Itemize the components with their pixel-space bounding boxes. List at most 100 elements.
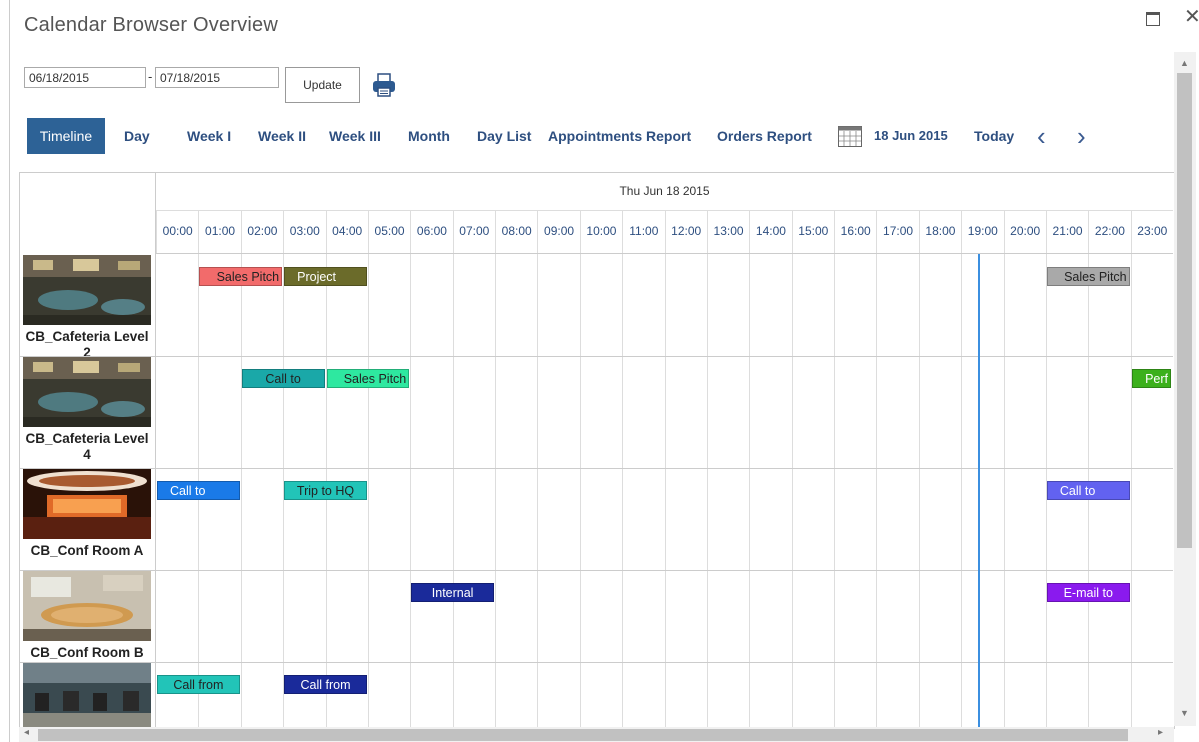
appointment-block[interactable]: Perf bbox=[1131, 369, 1171, 388]
row-separator bbox=[19, 468, 1173, 469]
appointment-block[interactable]: Call to bbox=[1046, 481, 1130, 500]
resource-name-line: CB_Conf Room B bbox=[30, 645, 144, 660]
hour-grid-line bbox=[367, 254, 369, 728]
next-arrow-icon[interactable]: › bbox=[1077, 118, 1086, 154]
hour-label: 08:00 bbox=[495, 210, 537, 253]
hour-grid-line bbox=[918, 254, 920, 728]
tab-timeline[interactable]: Timeline bbox=[27, 118, 105, 154]
resource-name[interactable]: CB_Conf Room B bbox=[19, 645, 155, 661]
maximize-icon[interactable] bbox=[1146, 12, 1160, 26]
hour-label: 18:00 bbox=[918, 210, 961, 253]
update-button[interactable]: Update bbox=[285, 67, 360, 103]
resource-photo bbox=[23, 571, 151, 641]
row-separator bbox=[19, 356, 1173, 357]
appointment-block[interactable]: Project bbox=[284, 267, 367, 286]
hour-label: 23:00 bbox=[1130, 210, 1173, 253]
hour-grid-line bbox=[537, 254, 539, 728]
hour-grid-line bbox=[749, 254, 751, 728]
appointment-block[interactable]: Call to bbox=[241, 369, 325, 388]
resource-photo bbox=[23, 255, 151, 325]
hour-grid-line bbox=[706, 254, 708, 728]
appointment-block[interactable]: Trip to HQ bbox=[284, 481, 367, 500]
hour-label: 02:00 bbox=[240, 210, 283, 253]
resource-name-line: CB_Cafeteria Level bbox=[25, 329, 149, 344]
appointment-block[interactable]: Sales Pitch bbox=[326, 369, 410, 388]
row-separator bbox=[19, 570, 1173, 571]
hour-label: 09:00 bbox=[537, 210, 579, 253]
hour-grid-line bbox=[579, 254, 581, 728]
hour-label: 19:00 bbox=[961, 210, 1003, 253]
tab-orders-report[interactable]: Orders Report bbox=[717, 118, 812, 154]
tab-week-1[interactable]: Week I bbox=[187, 118, 231, 154]
appointment-block[interactable]: E-mail to bbox=[1046, 583, 1130, 602]
tab-day[interactable]: Day bbox=[124, 118, 150, 154]
start-date-input[interactable] bbox=[24, 67, 146, 88]
hour-grid-line bbox=[1130, 254, 1132, 728]
resource-photo bbox=[23, 663, 151, 733]
hour-grid-line bbox=[664, 254, 666, 728]
hour-label: 14:00 bbox=[749, 210, 791, 253]
appointment-block[interactable]: Call from bbox=[157, 675, 240, 694]
scroll-right-icon[interactable]: ▸ bbox=[1158, 727, 1163, 738]
hour-label: 01:00 bbox=[198, 210, 240, 253]
hour-grid-line bbox=[495, 254, 496, 728]
hour-label: 06:00 bbox=[410, 210, 452, 253]
hour-label: 13:00 bbox=[706, 210, 749, 253]
hour-label: 11:00 bbox=[622, 210, 664, 253]
appointment-block[interactable]: Sales Pitch bbox=[199, 267, 283, 286]
resource-name[interactable]: CB_Conf Room A bbox=[19, 543, 155, 559]
tab-week-2[interactable]: Week II bbox=[258, 118, 306, 154]
hour-label: 04:00 bbox=[325, 210, 368, 253]
hour-label: 03:00 bbox=[283, 210, 325, 253]
today-button[interactable]: Today bbox=[974, 118, 1014, 154]
hour-grid-line bbox=[834, 254, 835, 728]
hour-label: 21:00 bbox=[1045, 210, 1088, 253]
row-separator bbox=[19, 662, 1173, 663]
appointment-block[interactable]: Internal bbox=[411, 583, 494, 602]
hour-grid-line bbox=[961, 254, 963, 728]
hour-label: 15:00 bbox=[791, 210, 834, 253]
hour-label: 00:00 bbox=[156, 210, 198, 253]
tab-week-3[interactable]: Week III bbox=[329, 118, 381, 154]
hour-label: 22:00 bbox=[1088, 210, 1130, 253]
hour-label: 05:00 bbox=[367, 210, 410, 253]
hour-label: 12:00 bbox=[664, 210, 707, 253]
hour-grid-line bbox=[410, 254, 412, 728]
hour-label: 20:00 bbox=[1003, 210, 1046, 253]
hour-grid-line bbox=[622, 254, 624, 728]
tab-month[interactable]: Month bbox=[408, 118, 450, 154]
horizontal-scroll-thumb[interactable] bbox=[38, 729, 1128, 741]
scroll-left-icon[interactable]: ◂ bbox=[24, 727, 29, 738]
resource-name[interactable]: CB_Cafeteria Level 4 bbox=[19, 431, 155, 463]
hour-grid-line bbox=[240, 254, 242, 728]
printer-icon[interactable] bbox=[370, 71, 398, 99]
appointment-block[interactable]: Call from bbox=[284, 675, 367, 694]
hour-grid-line bbox=[876, 254, 878, 728]
appointment-block[interactable]: Sales Pitch bbox=[1046, 267, 1130, 286]
hour-grid-line bbox=[452, 254, 454, 728]
date-separator: - bbox=[148, 69, 153, 84]
timeline-grid bbox=[19, 172, 1175, 729]
prev-arrow-icon[interactable]: ‹ bbox=[1037, 118, 1046, 154]
end-date-input[interactable] bbox=[155, 67, 279, 88]
resource-name-line: 4 bbox=[83, 447, 91, 462]
scroll-down-icon[interactable]: ▼ bbox=[1180, 708, 1189, 718]
tab-day-list[interactable]: Day List bbox=[477, 118, 531, 154]
date-header: Thu Jun 18 2015 bbox=[156, 172, 1173, 211]
appointment-block[interactable]: Call to bbox=[157, 481, 240, 500]
tab-appointments-report[interactable]: Appointments Report bbox=[548, 118, 691, 154]
scroll-up-icon[interactable]: ▲ bbox=[1180, 58, 1189, 68]
current-date-label: 18 Jun 2015 bbox=[874, 128, 948, 143]
hour-label: 17:00 bbox=[876, 210, 918, 253]
hour-label: 16:00 bbox=[834, 210, 876, 253]
calendar-icon[interactable] bbox=[838, 126, 862, 147]
close-icon[interactable]: ✕ bbox=[1184, 4, 1199, 29]
hour-label: 07:00 bbox=[452, 210, 495, 253]
current-time-line bbox=[978, 254, 981, 728]
window-border bbox=[9, 0, 10, 742]
window-title: Calendar Browser Overview bbox=[24, 14, 278, 36]
resource-name-line: CB_Conf Room A bbox=[30, 543, 144, 558]
resource-photo bbox=[23, 357, 151, 427]
vertical-scroll-thumb[interactable] bbox=[1177, 73, 1192, 548]
hour-grid-line bbox=[1003, 254, 1005, 728]
